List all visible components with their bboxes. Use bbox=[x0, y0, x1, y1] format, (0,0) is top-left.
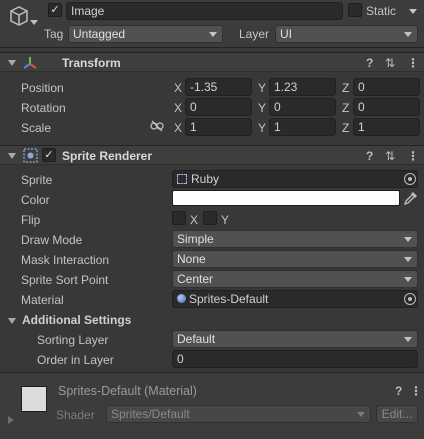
help-icon[interactable]: ? bbox=[395, 384, 402, 398]
material-section: Sprites-Default (Material) ? ⋮ Shader Sp… bbox=[0, 372, 424, 439]
position-z-axis[interactable]: Z bbox=[342, 81, 349, 95]
sort-point-value: Center bbox=[177, 272, 214, 286]
static-label: Static bbox=[366, 4, 397, 18]
flip-x-label: X bbox=[190, 213, 199, 227]
gameobject-header: ✓ Image Static Tag Untagged Layer UI bbox=[0, 0, 424, 48]
rotation-y-field[interactable]: 0 bbox=[269, 98, 336, 116]
material-title: Sprites-Default (Material) bbox=[58, 384, 197, 398]
order-in-layer-label: Order in Layer bbox=[37, 353, 114, 367]
shader-value: Sprites/Default bbox=[111, 407, 190, 421]
sprite-label: Sprite bbox=[21, 173, 53, 187]
position-y-axis[interactable]: Y bbox=[258, 81, 266, 95]
rotation-y-axis[interactable]: Y bbox=[258, 101, 266, 115]
object-picker-icon[interactable] bbox=[404, 293, 416, 305]
tag-value: Untagged bbox=[73, 27, 126, 41]
transform-axes-icon bbox=[23, 57, 37, 69]
rotation-x-axis[interactable]: X bbox=[174, 101, 182, 115]
rotation-z-axis[interactable]: Z bbox=[342, 101, 349, 115]
draw-mode-dropdown[interactable]: Simple bbox=[172, 230, 418, 248]
sprite-renderer-title: Sprite Renderer bbox=[62, 149, 153, 163]
color-field[interactable] bbox=[172, 190, 400, 206]
tag-dropdown[interactable]: Untagged bbox=[68, 25, 223, 43]
transform-header[interactable]: Transform ? ⇅ ⋮ bbox=[0, 52, 424, 72]
static-dropdown-arrow[interactable] bbox=[409, 9, 417, 14]
scale-x-axis[interactable]: X bbox=[174, 121, 182, 135]
scale-y-axis[interactable]: Y bbox=[258, 121, 266, 135]
help-icon[interactable]: ? bbox=[366, 56, 373, 70]
sorting-layer-dropdown[interactable]: Default bbox=[172, 330, 418, 348]
kebab-menu-icon[interactable]: ⋮ bbox=[407, 56, 419, 70]
scale-z-axis[interactable]: Z bbox=[342, 121, 349, 135]
static-toggle[interactable] bbox=[348, 3, 362, 17]
edit-shader-button[interactable]: Edit... bbox=[376, 405, 418, 423]
flip-label: Flip bbox=[21, 213, 41, 227]
scale-x-field[interactable]: 1 bbox=[185, 118, 252, 136]
material-sphere-icon bbox=[177, 294, 186, 303]
layer-dropdown[interactable]: UI bbox=[275, 25, 418, 43]
sprite-asset-icon bbox=[177, 174, 187, 184]
sprite-value: Ruby bbox=[191, 172, 220, 186]
additional-settings-foldout-arrow[interactable] bbox=[8, 318, 16, 324]
flip-y-toggle[interactable] bbox=[203, 211, 217, 225]
position-label: Position bbox=[21, 81, 64, 95]
scale-z-field[interactable]: 1 bbox=[353, 118, 420, 136]
rotation-label: Rotation bbox=[21, 101, 66, 115]
material-preview-swatch bbox=[21, 386, 47, 412]
shader-label: Shader bbox=[56, 408, 95, 422]
rotation-x-field[interactable]: 0 bbox=[185, 98, 252, 116]
material-label: Material bbox=[21, 293, 64, 307]
sprite-renderer-enabled-toggle[interactable]: ✓ bbox=[42, 148, 56, 162]
material-value: Sprites-Default bbox=[189, 292, 269, 306]
presets-icon[interactable]: ⇅ bbox=[385, 56, 395, 70]
gameobject-name-field[interactable]: Image bbox=[66, 2, 343, 20]
sprite-renderer-icon bbox=[23, 148, 38, 163]
sort-point-label: Sprite Sort Point bbox=[21, 273, 109, 287]
layer-value: UI bbox=[280, 27, 292, 41]
draw-mode-label: Draw Mode bbox=[21, 233, 83, 247]
color-label: Color bbox=[21, 193, 50, 207]
sprite-object-field[interactable]: Ruby bbox=[172, 170, 418, 188]
sorting-layer-value: Default bbox=[177, 332, 216, 346]
scale-label: Scale bbox=[21, 121, 52, 135]
tag-label: Tag bbox=[44, 27, 64, 41]
help-icon[interactable]: ? bbox=[366, 149, 373, 163]
sort-point-dropdown[interactable]: Center bbox=[172, 270, 418, 288]
additional-settings-label[interactable]: Additional Settings bbox=[22, 313, 131, 327]
shader-dropdown[interactable]: Sprites/Default bbox=[106, 405, 371, 423]
constrain-proportions-icon[interactable] bbox=[150, 120, 164, 132]
flip-y-label: Y bbox=[221, 213, 230, 227]
kebab-menu-icon[interactable]: ⋮ bbox=[407, 149, 419, 163]
object-picker-icon[interactable] bbox=[404, 173, 416, 185]
position-z-field[interactable]: 0 bbox=[353, 78, 420, 96]
position-x-field[interactable]: -1.35 bbox=[185, 78, 252, 96]
eyedropper-icon[interactable] bbox=[404, 191, 418, 205]
rotation-z-field[interactable]: 0 bbox=[353, 98, 420, 116]
material-expand-arrow[interactable] bbox=[8, 416, 14, 424]
active-toggle[interactable]: ✓ bbox=[48, 3, 62, 17]
draw-mode-value: Simple bbox=[177, 232, 214, 246]
mask-interaction-label: Mask Interaction bbox=[21, 253, 110, 267]
kebab-menu-icon[interactable]: ⋮ bbox=[410, 384, 422, 398]
flip-x-toggle[interactable] bbox=[172, 211, 186, 225]
cube-icon bbox=[10, 6, 28, 26]
sprite-renderer-foldout-arrow[interactable] bbox=[8, 153, 16, 159]
transform-title: Transform bbox=[62, 56, 121, 70]
gameobject-icon-dropdown[interactable] bbox=[30, 20, 38, 25]
mask-interaction-dropdown[interactable]: None bbox=[172, 250, 418, 268]
mask-interaction-value: None bbox=[177, 252, 206, 266]
position-y-field[interactable]: 1.23 bbox=[269, 78, 336, 96]
layer-label: Layer bbox=[239, 27, 270, 41]
material-object-field[interactable]: Sprites-Default bbox=[172, 290, 418, 308]
order-in-layer-field[interactable]: 0 bbox=[172, 350, 418, 368]
transform-foldout-arrow[interactable] bbox=[8, 60, 16, 66]
sprite-renderer-header[interactable]: ✓ Sprite Renderer ? ⇅ ⋮ bbox=[0, 145, 424, 165]
presets-icon[interactable]: ⇅ bbox=[385, 149, 395, 163]
position-x-axis[interactable]: X bbox=[174, 81, 182, 95]
scale-y-field[interactable]: 1 bbox=[269, 118, 336, 136]
sorting-layer-label: Sorting Layer bbox=[37, 333, 109, 347]
